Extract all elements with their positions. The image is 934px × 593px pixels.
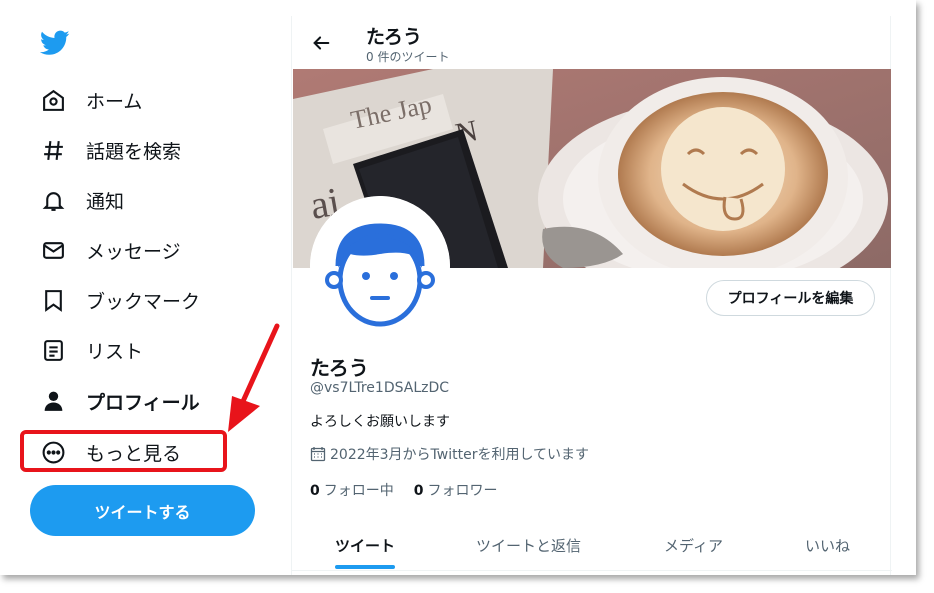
following-count: 0 xyxy=(310,483,320,499)
profile-tabs: ツイート ツイートと返信 メディア いいね xyxy=(292,521,892,571)
sidebar-item-messages[interactable]: メッセージ xyxy=(40,234,181,266)
sidebar-item-explore[interactable]: 話題を検索 xyxy=(40,134,181,166)
profile-column: たろう 0 件のツイート The Jap ai N プロフィールを編集 たろう … xyxy=(291,16,892,575)
tab-likes[interactable]: いいね xyxy=(805,535,850,556)
red-arrow-annotation xyxy=(228,323,280,432)
page-title: たろう xyxy=(366,26,422,48)
sidebar-item-label: プロフィール xyxy=(86,391,200,414)
profile-header: たろう 0 件のツイート xyxy=(292,16,892,69)
profile-joined: 2022年3月からTwitterを利用しています xyxy=(310,444,589,464)
hashtag-icon xyxy=(40,137,66,163)
following-label: フォロー中 xyxy=(323,483,394,499)
sidebar-item-label: ホーム xyxy=(86,90,143,113)
profile-handle: @vs7LTre1DSALzDC xyxy=(310,380,450,396)
active-tab-indicator xyxy=(335,565,395,569)
followers-label: フォロワー xyxy=(427,483,498,499)
sidebar-item-lists[interactable]: リスト xyxy=(40,334,143,366)
bell-icon xyxy=(40,187,66,213)
sidebar-item-label: 話題を検索 xyxy=(86,140,182,163)
profile-bio: よろしくお願いします xyxy=(310,414,450,430)
sidebar: ホーム 話題を検索 通知 メッセージ ブックマーク リスト プロフィール もっと… xyxy=(0,0,290,575)
envelope-icon xyxy=(40,237,66,263)
sidebar-item-bookmarks[interactable]: ブックマーク xyxy=(40,284,200,316)
following-link[interactable]: 0 フォロー中 xyxy=(310,480,394,500)
twitter-logo-icon[interactable] xyxy=(40,30,70,56)
twitter-window: ホーム 話題を検索 通知 メッセージ ブックマーク リスト プロフィール もっと… xyxy=(0,0,916,575)
sidebar-item-notifications[interactable]: 通知 xyxy=(40,184,124,216)
person-icon xyxy=(40,388,66,414)
tweet-button[interactable]: ツイートする xyxy=(30,485,255,536)
sidebar-item-label: 通知 xyxy=(86,190,125,213)
sidebar-item-profile[interactable]: プロフィール xyxy=(40,385,200,417)
more-highlight-box xyxy=(20,430,227,472)
sidebar-item-label: メッセージ xyxy=(86,240,181,263)
follow-stats: 0 フォロー中 0 フォロワー xyxy=(310,480,498,500)
tweet-count: 0 件のツイート xyxy=(366,50,450,64)
followers-count: 0 xyxy=(413,483,424,499)
profile-name: たろう xyxy=(310,356,369,380)
sidebar-item-label: ブックマーク xyxy=(86,290,201,313)
sidebar-item-home[interactable]: ホーム xyxy=(40,84,142,116)
bookmark-icon xyxy=(40,287,66,313)
joined-text: 2022年3月からTwitterを利用しています xyxy=(330,447,590,463)
tab-tweets-replies[interactable]: ツイートと返信 xyxy=(476,535,581,556)
sidebar-item-label: リスト xyxy=(86,340,144,363)
back-arrow-icon[interactable] xyxy=(310,32,332,54)
followers-link[interactable]: 0 フォロワー xyxy=(414,480,498,500)
profile-avatar[interactable] xyxy=(310,196,450,336)
avatar-face-icon xyxy=(310,196,450,336)
tab-media[interactable]: メディア xyxy=(664,535,723,556)
calendar-icon xyxy=(310,447,326,462)
home-icon xyxy=(40,87,66,113)
tab-tweets[interactable]: ツイート xyxy=(335,535,395,556)
edit-profile-button[interactable]: プロフィールを編集 xyxy=(706,280,875,316)
list-icon xyxy=(40,337,66,363)
